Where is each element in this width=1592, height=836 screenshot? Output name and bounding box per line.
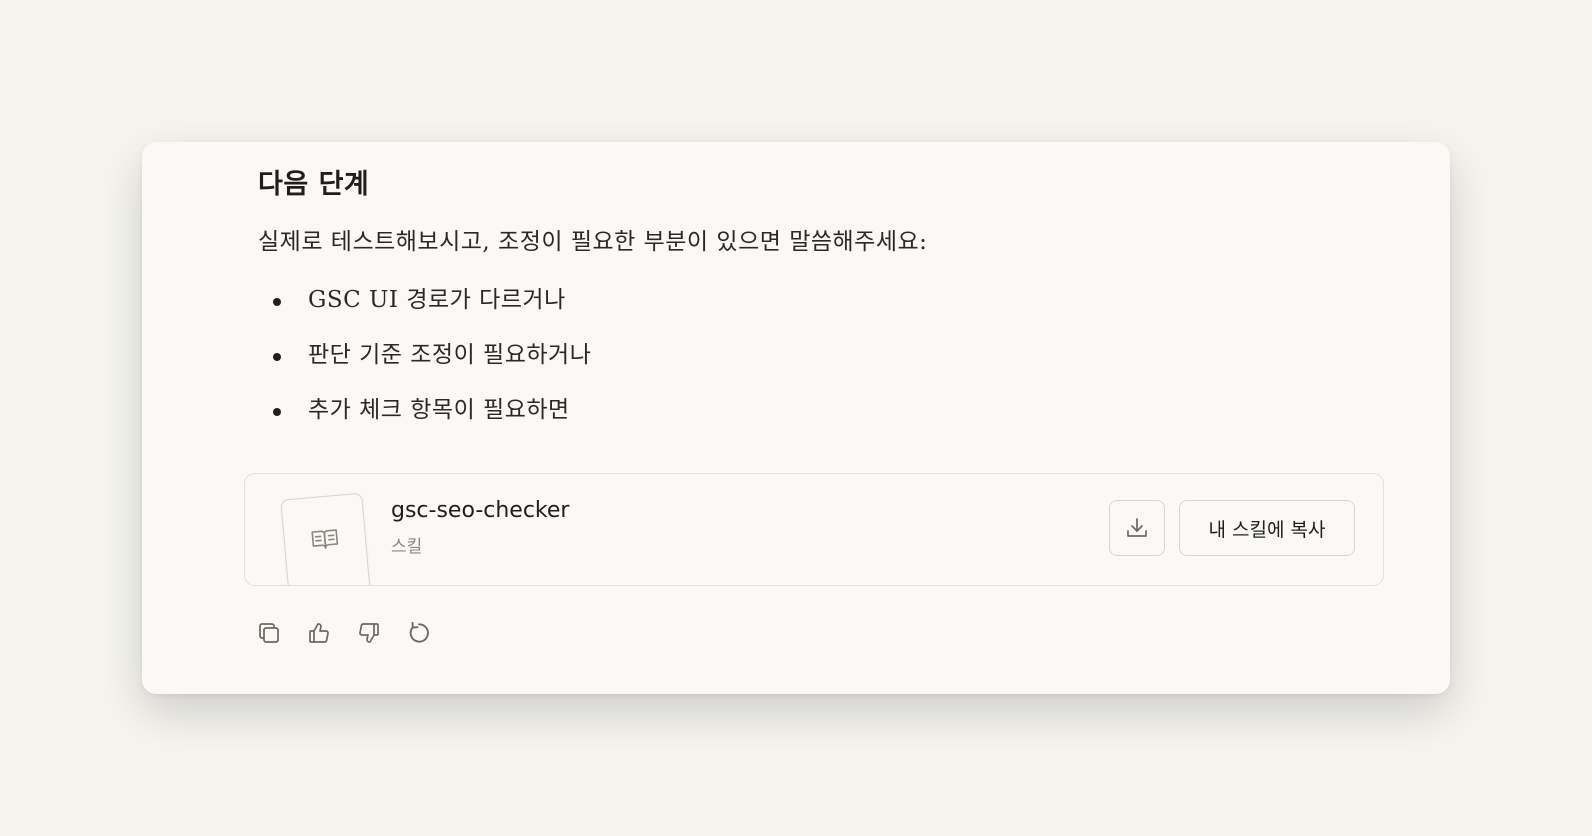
copy-button[interactable] [254,618,284,648]
message-intro: 실제로 테스트해보시고, 조정이 필요한 부분이 있으면 말씀해주세요: [258,229,928,255]
download-button[interactable] [1109,500,1165,556]
book-icon [311,529,339,549]
list-item: 추가 체크 항목이 필요하면 [258,392,591,447]
thumbs-down-icon [359,623,379,643]
skill-type-label: 스킬 [391,537,423,557]
skill-name: gsc-seo-checker [391,498,570,523]
list-item-text: 판단 기준 조정이 필요하거나 [308,342,592,368]
skill-attachment-card[interactable]: gsc-seo-checker 스킬 내 스킬에 복사 [244,473,1384,586]
bullet-dot [273,353,281,361]
download-icon [1127,518,1147,537]
list-item: GSC UI 경로가 다르거나 [258,282,591,337]
list-item-text: GSC UI 경로가 다르거나 [308,287,566,313]
list-item-text: 추가 체크 항목이 필요하면 [308,397,570,423]
skill-thumbnail [280,492,372,585]
thumbs-up-icon [309,623,329,643]
bullet-list: GSC UI 경로가 다르거나 판단 기준 조정이 필요하거나 추가 체크 항목… [258,282,591,447]
message-heading: 다음 단계 [258,169,370,200]
retry-icon [409,621,429,643]
thumbs-up-button[interactable] [304,618,334,648]
bullet-dot [273,408,281,416]
copy-icon [259,623,279,643]
bullet-dot [273,298,281,306]
assistant-message-card: 다음 단계 실제로 테스트해보시고, 조정이 필요한 부분이 있으면 말씀해주세… [142,142,1450,694]
retry-button[interactable] [404,618,434,648]
copy-to-my-skills-button[interactable]: 내 스킬에 복사 [1179,500,1355,556]
list-item: 판단 기준 조정이 필요하거나 [258,337,591,392]
thumbs-down-button[interactable] [354,618,384,648]
